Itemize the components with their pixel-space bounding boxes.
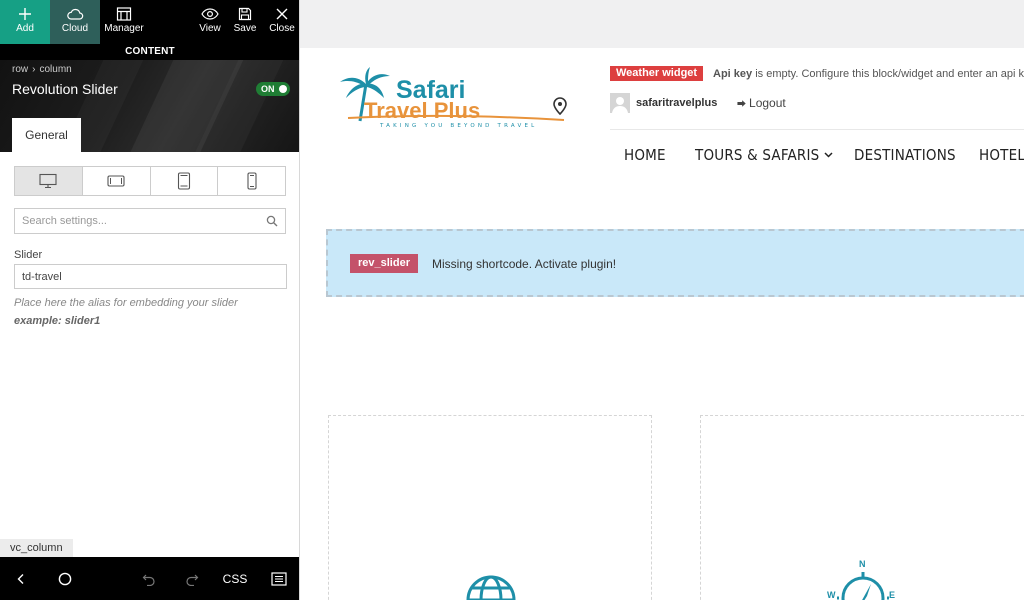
search-input[interactable] — [15, 209, 285, 233]
device-switcher — [14, 166, 286, 196]
toggle-knob — [279, 85, 287, 93]
preview-top-bar — [300, 0, 1024, 48]
redo-icon — [186, 574, 199, 586]
nav-item-tours-safaris[interactable]: TOURS & SAFARIS — [695, 146, 833, 164]
weather-message-text: is empty. Configure this block/widget an… — [752, 68, 1024, 80]
layout-manager-icon — [116, 7, 132, 21]
column-placeholder[interactable]: N W E — [700, 415, 1024, 600]
editor-bottom-bar: CSS — [0, 557, 299, 600]
site-logo[interactable]: Safari Travel Plus TAKING YOU BEYOND TRA… — [338, 66, 568, 130]
toggle-label: ON — [261, 84, 275, 94]
chevron-right-icon: › — [32, 64, 36, 75]
breadcrumb-row[interactable]: row — [12, 64, 28, 75]
search-icon[interactable] — [266, 215, 278, 227]
view-button[interactable]: View — [196, 0, 224, 44]
weather-widget-badge: Weather widget — [610, 66, 704, 81]
logo-tagline: TAKING YOU BEYOND TRAVEL — [379, 123, 537, 129]
device-desktop-button[interactable] — [15, 167, 83, 195]
view-label: View — [199, 23, 221, 34]
nav-divider — [610, 129, 1024, 130]
svg-text:N: N — [859, 559, 866, 569]
logout-label: Logout — [749, 96, 786, 110]
cloud-button[interactable]: Cloud — [50, 0, 100, 44]
save-label: Save — [233, 23, 257, 34]
svg-text:E: E — [889, 590, 895, 600]
add-label: Add — [16, 23, 34, 34]
close-icon — [276, 8, 288, 20]
device-tablet-landscape-button[interactable] — [82, 167, 151, 195]
user-silhouette-icon — [612, 97, 628, 113]
logout-icon: ⮕ — [737, 99, 747, 109]
device-tablet-portrait-button[interactable] — [150, 167, 219, 195]
manager-label: Manager — [104, 23, 144, 34]
css-label: CSS — [222, 571, 248, 586]
undo-icon — [142, 574, 155, 586]
css-button[interactable]: CSS — [218, 557, 252, 600]
element-toggle[interactable]: ON — [256, 82, 290, 96]
nav-item-hotels[interactable]: HOTELS — [979, 146, 1024, 164]
slider-alias-input[interactable] — [14, 264, 287, 289]
avatar[interactable] — [610, 93, 630, 113]
breadcrumb: row › column — [12, 64, 72, 75]
chevron-down-icon — [824, 152, 833, 158]
menu-button[interactable] — [264, 557, 294, 600]
shortcode-badge: rev_slider — [350, 254, 418, 273]
save-icon — [238, 7, 252, 21]
site-preview: Safari Travel Plus TAKING YOU BEYOND TRA… — [300, 0, 1024, 600]
settings-search — [14, 208, 286, 234]
save-button[interactable]: Save — [231, 0, 259, 44]
tablet-portrait-icon — [177, 172, 190, 190]
nav-item-destinations[interactable]: DESTINATIONS — [854, 146, 956, 164]
home-button[interactable] — [50, 557, 80, 600]
editor-panel: Add Cloud Manager View Save Close CONTEN… — [0, 0, 300, 600]
redo-button[interactable] — [177, 557, 207, 600]
app-root: Add Cloud Manager View Save Close CONTEN… — [0, 0, 1024, 600]
close-label: Close — [269, 23, 295, 34]
device-mobile-button[interactable] — [218, 167, 285, 195]
nav-item-home[interactable]: HOME — [624, 146, 666, 164]
shortcode-placeholder[interactable]: rev_slider Missing shortcode. Activate p… — [326, 229, 1024, 297]
chevron-left-icon — [17, 573, 24, 584]
desktop-icon — [39, 173, 57, 189]
slider-field-example: example: slider1 — [14, 315, 101, 327]
tablet-landscape-icon — [107, 175, 125, 187]
section-title: CONTENT — [0, 44, 299, 60]
cloud-icon — [67, 8, 84, 20]
username-link[interactable]: safaritravelplus — [636, 97, 717, 109]
breadcrumb-column[interactable]: column — [39, 64, 71, 75]
undo-button[interactable] — [134, 557, 164, 600]
shortcode-message: Missing shortcode. Activate plugin! — [432, 257, 617, 271]
editor-toolbar: Add Cloud Manager View Save Close — [0, 0, 299, 44]
weather-widget-message: Api key is empty. Configure this block/w… — [713, 68, 1024, 80]
close-button[interactable]: Close — [266, 0, 298, 44]
add-button[interactable]: Add — [0, 0, 50, 44]
element-title: Revolution Slider — [12, 81, 118, 97]
column-placeholder[interactable] — [328, 415, 652, 600]
tab-general[interactable]: General — [12, 118, 81, 152]
weather-api-key-label: Api key — [713, 68, 753, 80]
eye-icon — [201, 8, 219, 20]
svg-text:W: W — [827, 590, 836, 600]
compass-icon: N W E — [827, 559, 895, 600]
back-button[interactable] — [6, 557, 36, 600]
list-icon — [271, 571, 287, 586]
logout-link[interactable]: ⮕ Logout — [737, 96, 786, 110]
element-path-tag[interactable]: vc_column — [0, 539, 73, 557]
nav-item-tours-label: TOURS & SAFARIS — [695, 146, 820, 164]
element-header: row › column Revolution Slider ON General — [0, 60, 299, 152]
plus-icon — [19, 8, 31, 20]
mobile-icon — [247, 172, 257, 190]
manager-button[interactable]: Manager — [100, 0, 148, 44]
logo-line2: Travel Plus — [364, 98, 480, 123]
slider-field-hint: Place here the alias for embedding your … — [14, 297, 238, 309]
circle-icon — [58, 572, 72, 585]
cloud-label: Cloud — [61, 23, 89, 34]
globe-icon — [466, 575, 516, 600]
slider-field-label: Slider — [14, 249, 43, 261]
map-pin-icon — [553, 97, 567, 116]
